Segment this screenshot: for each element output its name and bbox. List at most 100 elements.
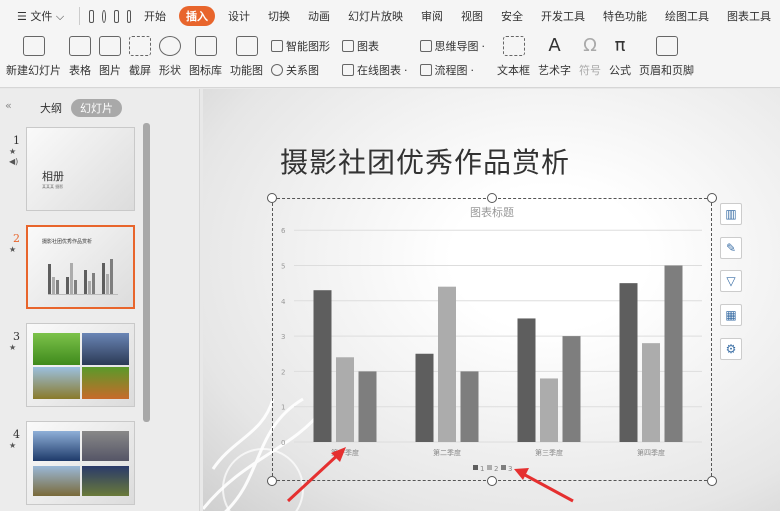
- slide-number: 2: [13, 232, 20, 245]
- label: 页眉和页脚: [639, 64, 694, 77]
- table-icon: [69, 36, 91, 56]
- photo: [82, 466, 129, 496]
- panel-scrollbar[interactable]: [143, 123, 150, 422]
- menu-tab[interactable]: 视图: [452, 8, 492, 24]
- header-footer-button[interactable]: 页眉和页脚: [639, 32, 694, 78]
- photo: [33, 431, 80, 461]
- label: 图片: [99, 64, 121, 77]
- animation-star-icon: ★: [9, 245, 17, 254]
- label: 表格: [69, 64, 91, 77]
- menu-tab[interactable]: 动画: [299, 8, 339, 24]
- menu-tab[interactable]: 安全: [492, 8, 532, 24]
- arrow-head: [514, 468, 529, 480]
- photo: [82, 333, 129, 365]
- wordart-button[interactable]: A 艺术字: [538, 32, 571, 78]
- label: 流程图: [434, 64, 468, 77]
- picture-button[interactable]: 图片: [99, 32, 121, 78]
- thumb-title: 摄影社团优秀作品赏析: [42, 239, 93, 245]
- ribbon: 新建幻灯片 表格 图片 截屏 形状 图标库 功能图 智能图形 关系图 图表 在线…: [0, 32, 780, 88]
- tab-outline[interactable]: 大纲: [40, 100, 62, 116]
- file-menu[interactable]: ☰ 文件 ⌵: [8, 8, 73, 24]
- red-arrow: [524, 473, 574, 503]
- flowchart-icon: [419, 64, 432, 76]
- smart-art-icon: [271, 40, 283, 52]
- menu-tab[interactable]: 插入: [179, 6, 216, 26]
- slide-canvas: 摄影社团优秀作品赏析 图表标题 0 1 2 3 4 5 6 第一季度 第二季度 第三季度 第四季度 1 2…: [203, 89, 780, 511]
- online-chart-button[interactable]: 在线图表 ·: [342, 62, 408, 78]
- menu-tab[interactable]: 开始: [135, 8, 175, 24]
- photo: [33, 466, 80, 496]
- chart-icon: [342, 40, 354, 52]
- thumb-chart: [48, 257, 118, 295]
- slide-panel: « 大纲 幻灯片 1 ★ ◀) 相册 某某某 摄影 2 ★ 摄影社团优秀作品赏析…: [0, 89, 200, 511]
- menu-tab[interactable]: 开发工具: [532, 8, 594, 24]
- red-arrow: [286, 450, 343, 503]
- menu-tab[interactable]: 图表工具: [718, 8, 780, 24]
- menu-bar: ☰ 文件 ⌵ 开始 插入 设计 切换 动画 幻灯片放映 审阅 视图 安全 开发工具 特色功能 绘图工具…: [0, 0, 780, 32]
- new-slide-button[interactable]: 新建幻灯片: [6, 32, 61, 78]
- relation-chart-button[interactable]: 关系图: [271, 62, 330, 78]
- icon-library-button[interactable]: 图标库: [189, 32, 222, 78]
- table-button[interactable]: 表格: [69, 32, 91, 78]
- slide-thumb-3[interactable]: [26, 323, 135, 407]
- mini-bar: [110, 259, 113, 294]
- smart-art-button[interactable]: 智能图形: [271, 38, 330, 54]
- save-icon[interactable]: [89, 9, 94, 23]
- mini-bar: [88, 281, 91, 294]
- label: 新建幻灯片: [6, 64, 61, 77]
- wordart-icon: A: [548, 35, 561, 56]
- label: 公式: [609, 64, 631, 77]
- photo: [82, 367, 129, 399]
- mini-bar: [70, 263, 73, 294]
- label: 艺术字: [538, 64, 571, 77]
- animation-star-icon: ★: [9, 343, 17, 352]
- new-slide-icon: [22, 36, 45, 56]
- label: 思维导图: [434, 40, 479, 53]
- label: 图表: [357, 40, 379, 53]
- menu-tab[interactable]: 切换: [259, 8, 299, 24]
- photo: [82, 431, 129, 461]
- omega-icon: Ω: [583, 35, 597, 56]
- mini-bar: [92, 273, 95, 294]
- formula-button[interactable]: π 公式: [609, 32, 631, 78]
- photo: [33, 333, 80, 365]
- shape-button[interactable]: 形状: [159, 32, 181, 78]
- chart-button[interactable]: 图表: [342, 38, 408, 54]
- label: 截屏: [129, 64, 151, 77]
- undo-icon[interactable]: [101, 9, 107, 23]
- tab-slides[interactable]: 幻灯片: [71, 99, 122, 117]
- collapse-icon[interactable]: «: [5, 99, 12, 112]
- mini-bar: [48, 263, 51, 294]
- file-label: 文件: [30, 10, 53, 23]
- slide-number: 4: [13, 428, 20, 441]
- mindmap-button[interactable]: 思维导图 ·: [419, 38, 485, 54]
- label: 智能图形: [286, 40, 330, 53]
- function-chart-button[interactable]: 功能图: [230, 32, 263, 78]
- label: 形状: [159, 64, 181, 77]
- label: 关系图: [286, 64, 319, 77]
- menu-tab[interactable]: 审阅: [412, 8, 452, 24]
- pi-icon: π: [614, 35, 626, 56]
- slide-number: 3: [13, 330, 20, 343]
- label: 图标库: [189, 64, 222, 77]
- menu-tab[interactable]: 特色功能: [594, 8, 656, 24]
- menu-tab[interactable]: 设计: [219, 8, 259, 24]
- shape-icon: [159, 36, 181, 56]
- photo: [33, 367, 80, 399]
- menu-tab[interactable]: 绘图工具: [656, 8, 718, 24]
- flowchart-button[interactable]: 流程图 ·: [419, 62, 486, 78]
- slide-thumb-1[interactable]: 相册 某某某 摄影: [26, 127, 135, 211]
- symbol-button[interactable]: Ω 符号: [579, 32, 601, 78]
- print-icon[interactable]: [114, 9, 119, 23]
- print-preview-icon[interactable]: [126, 9, 132, 23]
- slide-thumb-2[interactable]: 摄影社团优秀作品赏析: [26, 225, 135, 309]
- screenshot-button[interactable]: 截屏: [129, 32, 151, 78]
- function-chart-icon: [235, 36, 258, 56]
- online-chart-icon: [342, 64, 354, 76]
- menu-tab[interactable]: 幻灯片放映: [339, 8, 412, 24]
- mini-bar: [52, 277, 55, 294]
- textbox-button[interactable]: 文本框: [497, 32, 530, 78]
- mini-bar: [84, 269, 87, 294]
- slide-thumb-4[interactable]: [26, 421, 135, 505]
- label: 功能图: [230, 64, 263, 77]
